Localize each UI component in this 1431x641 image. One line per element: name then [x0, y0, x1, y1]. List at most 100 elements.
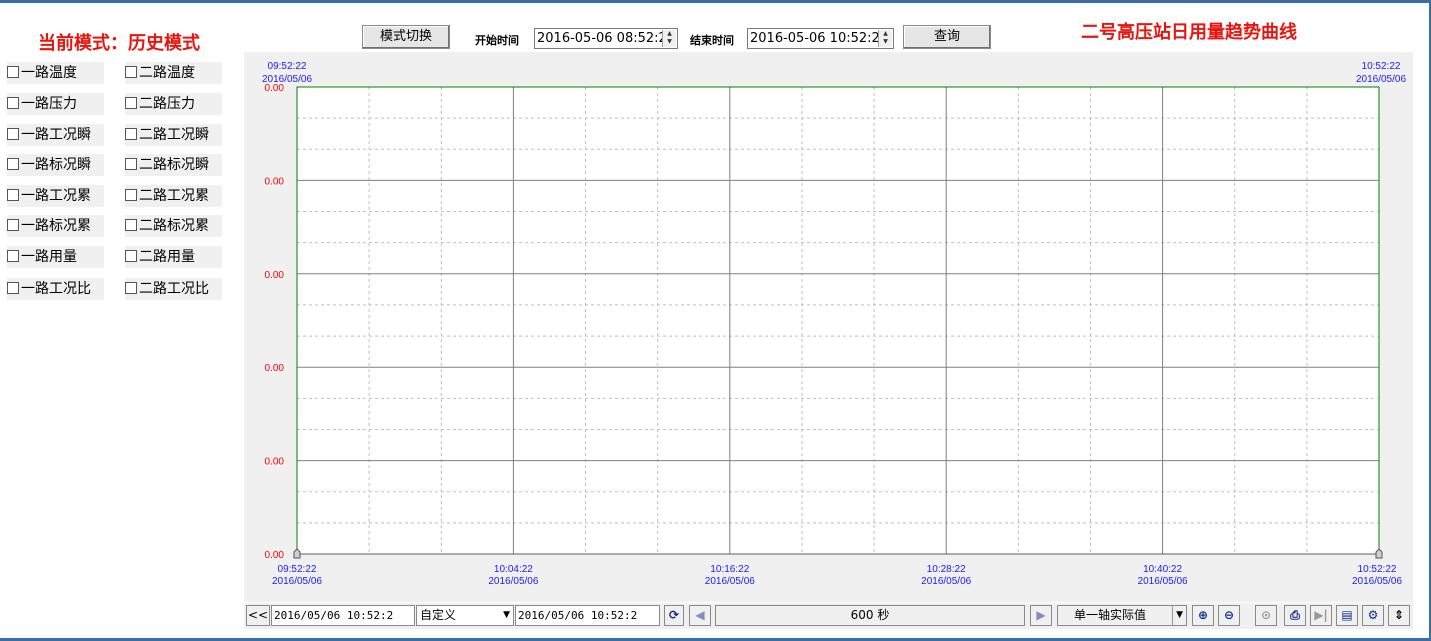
- checkbox-icon[interactable]: [125, 128, 137, 140]
- mode-title: 当前模式：历史模式: [38, 33, 200, 54]
- checkbox-line2-pressure[interactable]: 二路压力: [125, 93, 222, 115]
- checkbox-label: 一路温度: [21, 65, 77, 81]
- checkbox-label: 二路用量: [139, 249, 195, 265]
- refresh-icon[interactable]: ⟳: [664, 605, 684, 626]
- page-title: 二号高压站日用量趋势曲线: [1081, 22, 1297, 43]
- x-tick-date: 2016/05/06: [1352, 576, 1402, 587]
- checkbox-icon[interactable]: [125, 97, 137, 109]
- checkbox-line2-standard-cumulative[interactable]: 二路标况累: [125, 215, 222, 237]
- checkbox-label: 一路工况累: [21, 188, 91, 204]
- end-time-value: 2016-05-06 10:52:21: [750, 31, 889, 46]
- checkbox-label: 二路工况累: [139, 188, 209, 204]
- mode-switch-button[interactable]: 模式切换: [362, 25, 450, 49]
- x-tick-time: 10:16:22: [710, 564, 749, 575]
- up-down-icon[interactable]: ⇕: [1388, 605, 1410, 626]
- checkbox-line2-working-instant[interactable]: 二路工况瞬: [125, 124, 222, 146]
- checkbox-icon[interactable]: [7, 97, 19, 109]
- toolbar-end-time-value: 2016/05/06 10:52:2: [518, 609, 638, 622]
- checkbox-line1-working-ratio[interactable]: 一路工况比: [7, 278, 104, 300]
- checkbox-line2-temperature[interactable]: 二路温度: [125, 62, 222, 84]
- chart-toolbar: << 2016/05/06 10:52:2 自定义 ▼ 2016/05/06 1…: [244, 603, 1413, 629]
- checkbox-line1-working-instant[interactable]: 一路工况瞬: [7, 124, 104, 146]
- start-time-label: 开始时间: [475, 34, 519, 47]
- query-button[interactable]: 查询: [903, 25, 991, 49]
- x-tick-date: 2016/05/06: [272, 576, 322, 587]
- x-tick-date: 2016/05/06: [488, 576, 538, 587]
- y-tick-label: 0.00: [265, 363, 285, 374]
- checkbox-label: 二路工况比: [139, 281, 209, 297]
- checkbox-label: 二路工况瞬: [139, 127, 209, 143]
- checkbox-icon[interactable]: [7, 189, 19, 201]
- toolbar-start-time-input[interactable]: 2016/05/06 10:52:2: [271, 605, 415, 626]
- step-forward-icon[interactable]: ▶: [1030, 605, 1052, 626]
- range-select-value: 自定义: [420, 608, 457, 622]
- end-time-spinner-icon[interactable]: ▲ ▼: [878, 30, 892, 47]
- play-pause-icon[interactable]: ▶|: [1310, 605, 1332, 626]
- checkbox-icon[interactable]: [125, 158, 137, 170]
- plot-area: [297, 87, 1379, 554]
- y-tick-label: 0.00: [265, 550, 285, 561]
- checkbox-label: 二路温度: [139, 65, 195, 81]
- checkbox-icon[interactable]: [7, 282, 19, 294]
- checkbox-label: 二路压力: [139, 96, 195, 112]
- x-tick-time: 10:40:22: [1143, 564, 1182, 575]
- zoom-in-icon[interactable]: ⊕: [1192, 605, 1214, 626]
- duration-value: 600 秒: [850, 608, 890, 622]
- top-right-time: 10:52:22: [1362, 61, 1401, 72]
- checkbox-label: 一路标况瞬: [21, 157, 91, 173]
- checkbox-icon[interactable]: [7, 158, 19, 170]
- zoom-out-icon[interactable]: ⊖: [1218, 605, 1240, 626]
- settings-icon[interactable]: ⚙: [1362, 605, 1384, 626]
- checkbox-label: 一路用量: [21, 249, 77, 265]
- zoom-reset-icon[interactable]: ⊙: [1255, 605, 1277, 626]
- y-tick-label: 0.00: [265, 176, 285, 187]
- checkbox-icon[interactable]: [7, 250, 19, 262]
- prev-page-button[interactable]: <<: [246, 605, 270, 626]
- checkbox-label: 二路标况瞬: [139, 157, 209, 173]
- y-tick-label: 0.00: [265, 270, 285, 281]
- checkbox-line1-working-cumulative[interactable]: 一路工况累: [7, 185, 104, 207]
- x-tick-time: 09:52:22: [278, 564, 317, 575]
- top-left-date: 2016/05/06: [262, 74, 312, 85]
- end-time-input[interactable]: 2016-05-06 10:52:21 ▲ ▼: [747, 28, 894, 49]
- checkbox-line2-working-cumulative[interactable]: 二路工况累: [125, 185, 222, 207]
- checkbox-icon[interactable]: [125, 250, 137, 262]
- checkbox-icon[interactable]: [7, 128, 19, 140]
- x-tick-time: 10:04:22: [494, 564, 533, 575]
- window-top-border: [0, 0, 1431, 3]
- checkbox-icon[interactable]: [125, 219, 137, 231]
- checkbox-icon[interactable]: [125, 66, 137, 78]
- checkbox-line2-usage[interactable]: 二路用量: [125, 246, 222, 268]
- start-time-spinner-icon[interactable]: ▲ ▼: [662, 30, 676, 47]
- checkbox-icon[interactable]: [7, 66, 19, 78]
- start-time-input[interactable]: 2016-05-06 08:52:21 ▲ ▼: [534, 28, 678, 49]
- x-tick-time: 10:52:22: [1358, 564, 1397, 575]
- checkbox-line2-standard-instant[interactable]: 二路标况瞬: [125, 154, 222, 176]
- checkbox-line1-standard-instant[interactable]: 一路标况瞬: [7, 154, 104, 176]
- top-left-time: 09:52:22: [268, 61, 307, 72]
- checkbox-icon[interactable]: [125, 282, 137, 294]
- x-tick-date: 2016/05/06: [705, 576, 755, 587]
- checkbox-line2-working-ratio[interactable]: 二路工况比: [125, 278, 222, 300]
- checkbox-line1-standard-cumulative[interactable]: 一路标况累: [7, 215, 104, 237]
- axis-mode-select[interactable]: 单一轴实际值 ▼: [1057, 605, 1187, 626]
- checkbox-line1-usage[interactable]: 一路用量: [7, 246, 104, 268]
- checkbox-line1-temperature[interactable]: 一路温度: [7, 62, 104, 84]
- export-icon[interactable]: ▤: [1336, 605, 1358, 626]
- x-tick-time: 10:28:22: [927, 564, 966, 575]
- range-select[interactable]: 自定义 ▼: [416, 605, 514, 626]
- checkbox-label: 一路标况累: [21, 218, 91, 234]
- toolbar-start-time-value: 2016/05/06 10:52:2: [274, 609, 394, 622]
- trend-chart[interactable]: 0.000.000.000.000.000.0009:52:222016/05/…: [244, 52, 1413, 602]
- checkbox-label: 二路标况累: [139, 218, 209, 234]
- chevron-down-icon: ▼: [503, 610, 510, 620]
- print-icon[interactable]: ⎙: [1284, 605, 1306, 626]
- end-time-label: 结束时间: [690, 34, 734, 47]
- checkbox-icon[interactable]: [125, 189, 137, 201]
- checkbox-line1-pressure[interactable]: 一路压力: [7, 93, 104, 115]
- top-right-date: 2016/05/06: [1356, 74, 1406, 85]
- step-back-icon[interactable]: ◀: [689, 605, 711, 626]
- start-time-value: 2016-05-06 08:52:21: [537, 31, 676, 46]
- toolbar-end-time-input[interactable]: 2016/05/06 10:52:2: [515, 605, 660, 626]
- checkbox-icon[interactable]: [7, 219, 19, 231]
